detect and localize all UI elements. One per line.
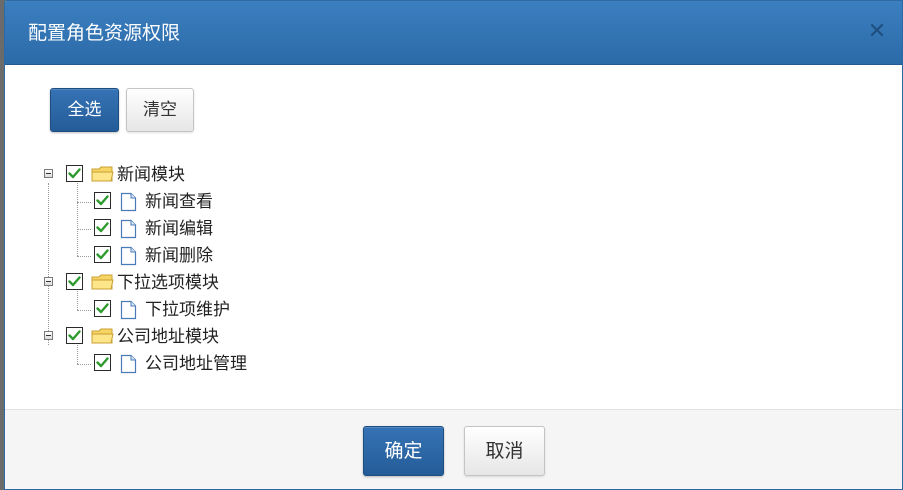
folder-icon [91,328,114,349]
clear-button[interactable]: 清空 [126,88,194,132]
node-checkbox[interactable] [94,219,111,236]
node-checkbox[interactable] [94,246,111,263]
dialog-footer: 确定 取消 [5,409,902,489]
tree-node-label[interactable]: 公司地址管理 [145,351,247,377]
folder-icon [91,274,114,295]
tree-node-label[interactable]: 新闻删除 [145,243,213,269]
tree-connector [77,256,91,257]
dialog-title: 配置角色资源权限 [28,22,181,44]
confirm-button[interactable]: 确定 [363,426,444,476]
permission-dialog: 配置角色资源权限 ✕ 全选 清空 新闻模块 新闻查看 新闻编辑 新闻删除 下拉选… [4,0,903,490]
collapse-icon[interactable] [44,331,53,340]
node-checkbox[interactable] [94,300,111,317]
node-checkbox[interactable] [66,273,83,290]
tree-connector [77,202,91,203]
file-icon [120,354,137,378]
node-checkbox[interactable] [66,327,83,344]
file-icon [120,246,137,270]
close-icon[interactable]: ✕ [866,21,888,43]
tree-connector [48,183,49,345]
tree-node-label[interactable]: 新闻查看 [145,189,213,215]
tree-connector [77,291,78,310]
tree-node-label[interactable]: 新闻模块 [117,162,185,188]
tree-connector [77,229,91,230]
file-icon [120,300,137,324]
tree-connector [77,345,78,364]
tree-connector [77,310,91,311]
dialog-header: 配置角色资源权限 ✕ [5,1,902,65]
node-checkbox[interactable] [94,192,111,209]
collapse-icon[interactable] [44,277,53,286]
node-checkbox[interactable] [66,165,83,182]
tree-connector [77,183,78,256]
tree-node-label[interactable]: 新闻编辑 [145,216,213,242]
tree-node-label[interactable]: 公司地址模块 [117,324,219,350]
select-all-button[interactable]: 全选 [50,88,119,132]
tree-node-label[interactable]: 下拉项维护 [145,297,230,323]
file-icon [120,192,137,216]
tree-node-label[interactable]: 下拉选项模块 [117,270,219,296]
folder-icon [91,166,114,187]
file-icon [120,219,137,243]
tree-connector [77,364,91,365]
collapse-icon[interactable] [44,169,53,178]
cancel-button[interactable]: 取消 [464,426,545,476]
node-checkbox[interactable] [94,354,111,371]
